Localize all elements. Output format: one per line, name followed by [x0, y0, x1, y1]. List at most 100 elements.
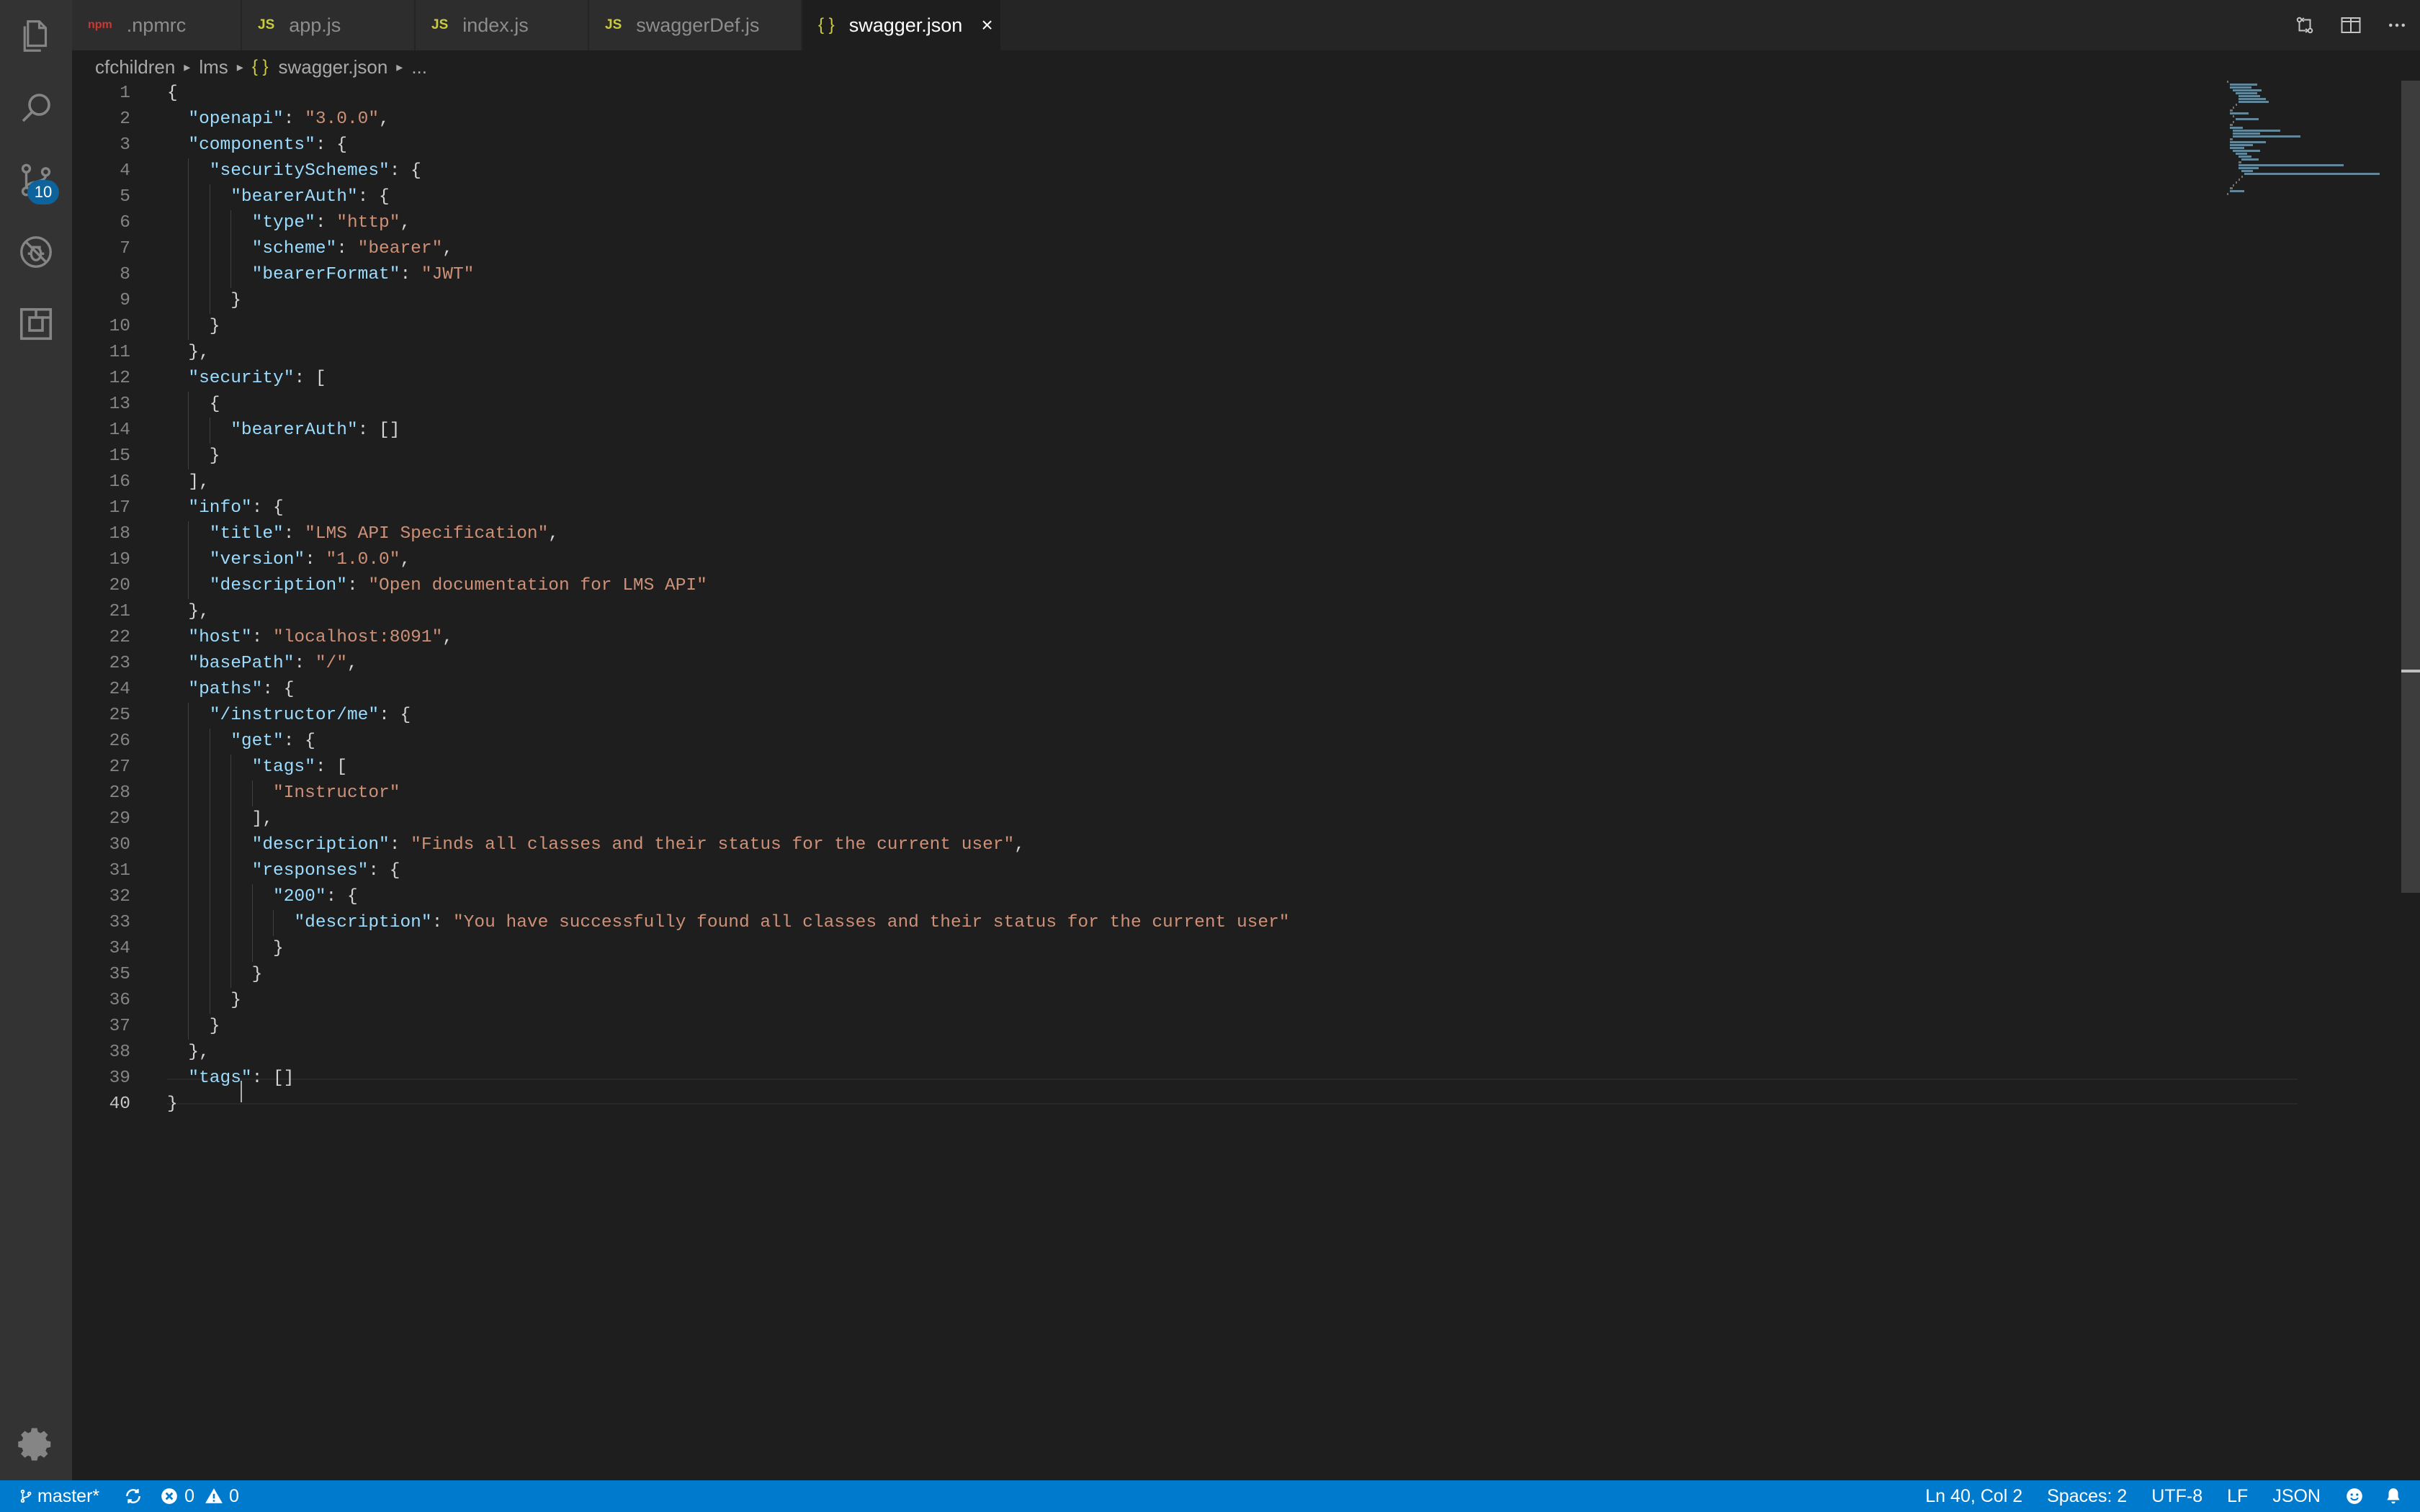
minimap-line	[2238, 161, 2241, 163]
cursor-position[interactable]: Ln 40, Col 2	[1915, 1480, 2033, 1512]
language-mode[interactable]: JSON	[2258, 1480, 2331, 1512]
code-line: 14 "bearerAuth": []	[72, 418, 2233, 444]
breadcrumb-item-cfchildren[interactable]: cfchildren	[95, 56, 175, 78]
minimap[interactable]	[2227, 81, 2400, 210]
indent-guide	[188, 936, 189, 962]
indent-guide	[230, 806, 231, 832]
end-of-line[interactable]: LF	[2213, 1480, 2258, 1512]
code-line: 33 "description": "You have successfully…	[72, 910, 2233, 936]
minimap-line	[2233, 130, 2280, 132]
code-line: 10 }	[72, 314, 2233, 340]
indent-guide	[188, 236, 189, 262]
chevron-right-icon: ▸	[236, 59, 243, 74]
code-line: 31 "responses": {	[72, 858, 2233, 884]
encoding[interactable]: UTF-8	[2137, 1480, 2213, 1512]
indent-guide	[188, 210, 189, 236]
code-line: 11 },	[72, 340, 2233, 366]
line-content: "title": "LMS API Specification",	[209, 524, 559, 544]
indent-guide	[188, 858, 189, 884]
line-number: 6	[120, 213, 130, 233]
branch-indicator[interactable]: master*	[0, 1480, 109, 1512]
line-content: }	[167, 1094, 178, 1114]
js-file-icon: JS	[258, 17, 275, 32]
code-line: 35 }	[72, 962, 2233, 988]
minimap-line	[2236, 153, 2247, 155]
indentation[interactable]: Spaces: 2	[2033, 1480, 2137, 1512]
branch-name: master*	[37, 1485, 100, 1506]
scrollbar-thumb[interactable]	[2401, 81, 2420, 893]
minimap-line	[2230, 127, 2243, 129]
line-content: "tags": []	[188, 1068, 295, 1088]
minimap-line	[2230, 190, 2244, 192]
explorer-icon[interactable]	[0, 0, 72, 72]
line-number: 26	[109, 732, 130, 751]
line-content: "Instructor"	[273, 783, 400, 803]
breadcrumb-item-lms[interactable]: lms	[199, 56, 228, 78]
line-number: 12	[109, 369, 130, 388]
line-number: 10	[109, 317, 130, 336]
indent-guide	[188, 262, 189, 288]
gear-icon[interactable]	[0, 1408, 72, 1480]
minimap-line	[2230, 138, 2233, 140]
code-editor[interactable]: 1{2 "openapi": "3.0.0", 3 "components": {…	[72, 81, 2420, 1480]
feedback-smiley-icon[interactable]	[2331, 1480, 2374, 1512]
breadcrumb-item-file[interactable]: swagger.json	[279, 56, 388, 78]
extensions-icon[interactable]	[0, 288, 72, 360]
indent-guide	[188, 573, 189, 599]
sync-icon[interactable]	[109, 1480, 153, 1512]
indent-guide	[230, 884, 231, 910]
activity-bar: 10	[0, 0, 72, 1480]
line-content: }	[167, 1017, 220, 1036]
minimap-line	[2238, 167, 2259, 169]
minimap-line	[2230, 124, 2233, 126]
indent-guide	[188, 780, 189, 806]
close-icon[interactable]: ×	[981, 14, 992, 37]
indent-guide	[188, 910, 189, 936]
line-number: 3	[120, 135, 130, 155]
search-icon[interactable]	[0, 72, 72, 144]
indent-guide	[230, 210, 231, 236]
minimap-line	[2230, 144, 2253, 146]
tab-swaggerdef-js[interactable]: JS swaggerDef.js	[589, 0, 802, 50]
line-content: "200": {	[273, 887, 358, 906]
line-content: },	[167, 343, 210, 362]
notifications-bell-icon[interactable]	[2374, 1480, 2413, 1512]
problems-indicator[interactable]: 0 0	[153, 1480, 249, 1512]
line-content: "host": "localhost:8091",	[188, 628, 453, 647]
minimap-line	[2238, 164, 2344, 166]
split-editor-icon[interactable]	[2328, 0, 2374, 50]
line-number: 7	[120, 239, 130, 258]
code-line: 5 "bearerAuth": {	[72, 184, 2233, 210]
tab-label: app.js	[289, 14, 341, 36]
minimap-line	[2233, 89, 2262, 91]
vertical-scrollbar[interactable]	[2400, 81, 2420, 1480]
indent-guide	[230, 858, 231, 884]
line-number: 19	[109, 550, 130, 570]
code-line: 2 "openapi": "3.0.0",	[72, 107, 2233, 132]
more-actions-icon[interactable]	[2374, 0, 2420, 50]
line-number: 13	[109, 395, 130, 414]
line-number: 16	[109, 472, 130, 492]
tab-swagger-json[interactable]: { } swagger.json ×	[802, 0, 1001, 50]
js-file-icon: JS	[605, 17, 622, 32]
minimap-line	[2238, 98, 2266, 100]
line-number: 20	[109, 576, 130, 595]
indent-guide	[230, 262, 231, 288]
line-number: 14	[109, 420, 130, 440]
open-changes-icon[interactable]	[2282, 0, 2328, 50]
code-line: 39 "tags": []	[72, 1066, 2233, 1092]
tab-index-js[interactable]: JS index.js	[416, 0, 588, 50]
line-number: 9	[120, 291, 130, 310]
json-file-icon: { }	[818, 15, 835, 35]
debug-icon[interactable]	[0, 216, 72, 288]
minimap-line	[2241, 176, 2243, 178]
tab-app-js[interactable]: JS app.js	[242, 0, 415, 50]
indent-guide	[188, 755, 189, 780]
tab-npmrc[interactable]: npm .npmrc	[72, 0, 241, 50]
line-content: "responses": {	[251, 861, 400, 881]
code-line: 17 "info": {	[72, 495, 2233, 521]
breadcrumb-item-symbols[interactable]: ...	[411, 56, 427, 78]
line-content: "version": "1.0.0",	[209, 550, 411, 570]
minimap-line	[2233, 135, 2300, 138]
indent-guide	[188, 288, 189, 314]
